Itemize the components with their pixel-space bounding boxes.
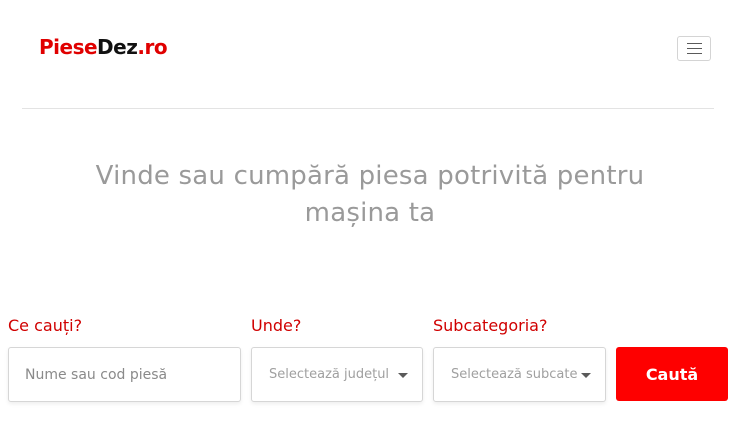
subcategory-select[interactable]: Selectează subcategoria xyxy=(433,347,606,402)
chevron-down-icon xyxy=(398,373,408,378)
hamburger-icon-line xyxy=(686,43,702,44)
county-select[interactable]: Selectează județul xyxy=(251,347,423,402)
hero-line-2: mașina ta xyxy=(304,198,436,228)
logo-tld: .ro xyxy=(137,35,168,59)
menu-toggle-button[interactable] xyxy=(677,36,711,61)
part-search-field[interactable] xyxy=(8,347,241,402)
where-label: Unde? xyxy=(251,316,302,335)
county-select-value: Selectează județul xyxy=(269,367,389,382)
what-label: Ce cauți? xyxy=(8,316,83,335)
hero-line-1: Vinde sau cumpără piesa potrivită pentru xyxy=(95,161,645,191)
chevron-down-icon xyxy=(581,373,591,378)
hero-heading: Vinde sau cumpără piesa potrivită pentru… xyxy=(0,158,740,232)
search-button[interactable]: Caută xyxy=(616,347,728,401)
logo-dez: Dez xyxy=(97,35,138,59)
part-search-input[interactable] xyxy=(9,348,240,401)
header-divider xyxy=(22,108,714,109)
site-logo[interactable]: PieseDez.ro xyxy=(39,33,168,61)
subcategory-label: Subcategoria? xyxy=(433,316,548,335)
hamburger-icon-line xyxy=(686,48,702,49)
logo-piese: Piese xyxy=(39,35,98,59)
hamburger-icon-line xyxy=(686,53,702,54)
subcategory-select-value: Selectează subcategoria xyxy=(451,367,577,382)
